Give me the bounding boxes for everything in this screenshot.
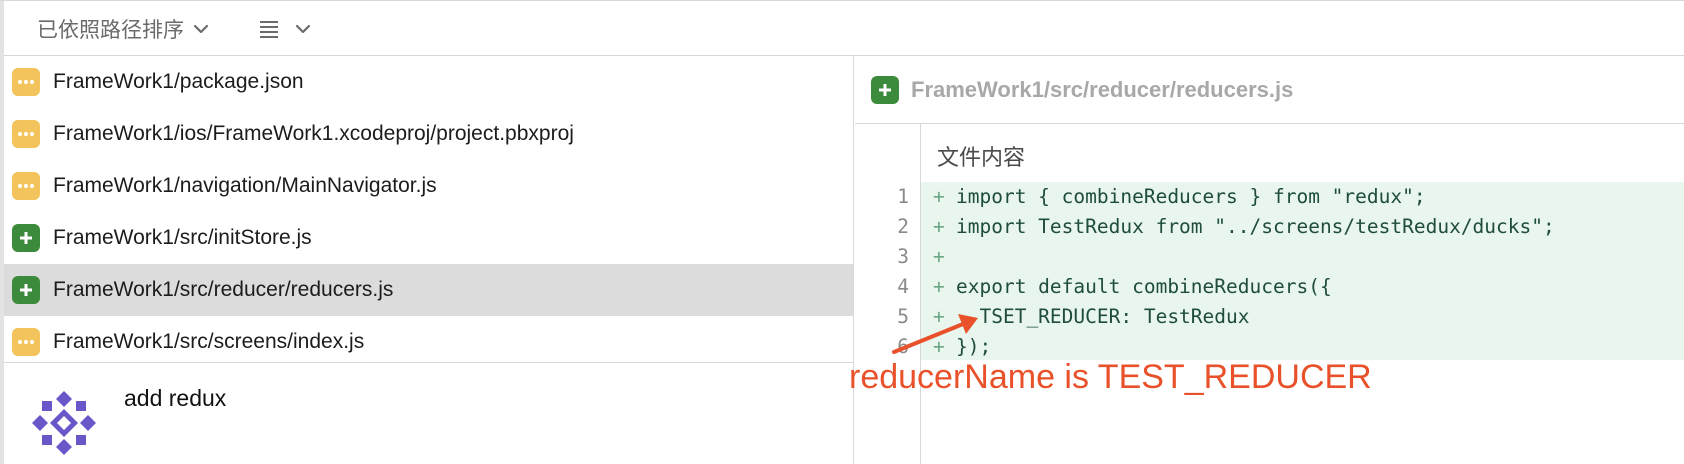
file-row[interactable]: FrameWork1/ios/FrameWork1.xcodeproj/proj… — [4, 108, 853, 160]
code-line: 2 + import TestRedux from "../screens/te… — [855, 212, 1684, 242]
view-options-dropdown[interactable] — [258, 15, 312, 43]
annotation-text: reducerName is TEST_REDUCER — [849, 358, 1372, 396]
code-line: 3 + — [855, 242, 1684, 272]
code-text: TSET_REDUCER: TestRedux — [956, 305, 1250, 328]
modified-icon — [12, 328, 40, 356]
line-number: 3 — [897, 245, 909, 268]
changed-files-list[interactable]: FrameWork1/package.json FrameWork1/ios/F… — [4, 56, 854, 362]
added-marker: + — [933, 185, 945, 208]
sort-label: 已依照路径排序 — [37, 19, 184, 42]
chevron-down-icon — [295, 24, 311, 34]
file-row[interactable]: FrameWork1/src/initStore.js — [4, 212, 853, 264]
code-text: import TestRedux from "../screens/testRe… — [956, 215, 1555, 238]
added-icon — [12, 276, 40, 304]
file-path: FrameWork1/package.json — [53, 70, 304, 93]
file-path: FrameWork1/navigation/MainNavigator.js — [53, 174, 437, 197]
file-path: FrameWork1/ios/FrameWork1.xcodeproj/proj… — [53, 122, 574, 145]
diff-header: FrameWork1/src/reducer/reducers.js — [855, 56, 1684, 124]
modified-icon — [12, 120, 40, 148]
file-path: FrameWork1/src/reducer/reducers.js — [53, 278, 394, 301]
line-number: 1 — [897, 185, 909, 208]
file-row[interactable]: FrameWork1/navigation/MainNavigator.js — [4, 160, 853, 212]
added-icon — [12, 224, 40, 252]
modified-icon — [12, 172, 40, 200]
added-marker: + — [933, 245, 945, 268]
code-line: 4 + export default combineReducers({ — [855, 272, 1684, 302]
added-icon — [871, 75, 899, 104]
commit-info: add redux — [4, 362, 854, 464]
code-text: import { combineReducers } from "redux"; — [956, 185, 1426, 208]
file-path: FrameWork1/src/screens/index.js — [53, 330, 365, 353]
modified-icon — [12, 68, 40, 96]
sort-dropdown[interactable]: 已依照路径排序 — [37, 15, 210, 43]
chevron-down-icon — [193, 24, 209, 34]
file-row-selected[interactable]: FrameWork1/src/reducer/reducers.js — [4, 264, 853, 316]
commit-message: add redux — [124, 385, 227, 411]
file-row[interactable]: FrameWork1/package.json — [4, 56, 853, 108]
added-marker: + — [933, 215, 945, 238]
line-number: 4 — [897, 275, 909, 298]
diff-file-title: FrameWork1/src/reducer/reducers.js — [911, 76, 1294, 102]
avatar — [26, 385, 102, 461]
file-path: FrameWork1/src/initStore.js — [53, 226, 312, 249]
line-number: 2 — [897, 215, 909, 238]
toolbar: 已依照路径排序 — [0, 0, 1684, 57]
code-line: 1 + import { combineReducers } from "red… — [855, 182, 1684, 212]
file-row[interactable]: FrameWork1/src/screens/index.js — [4, 316, 853, 362]
code-text: export default combineReducers({ — [956, 275, 1332, 298]
window-edge — [0, 1, 4, 57]
added-marker: + — [933, 275, 945, 298]
list-icon — [260, 21, 278, 38]
file-content-label: 文件内容 — [937, 145, 1026, 170]
